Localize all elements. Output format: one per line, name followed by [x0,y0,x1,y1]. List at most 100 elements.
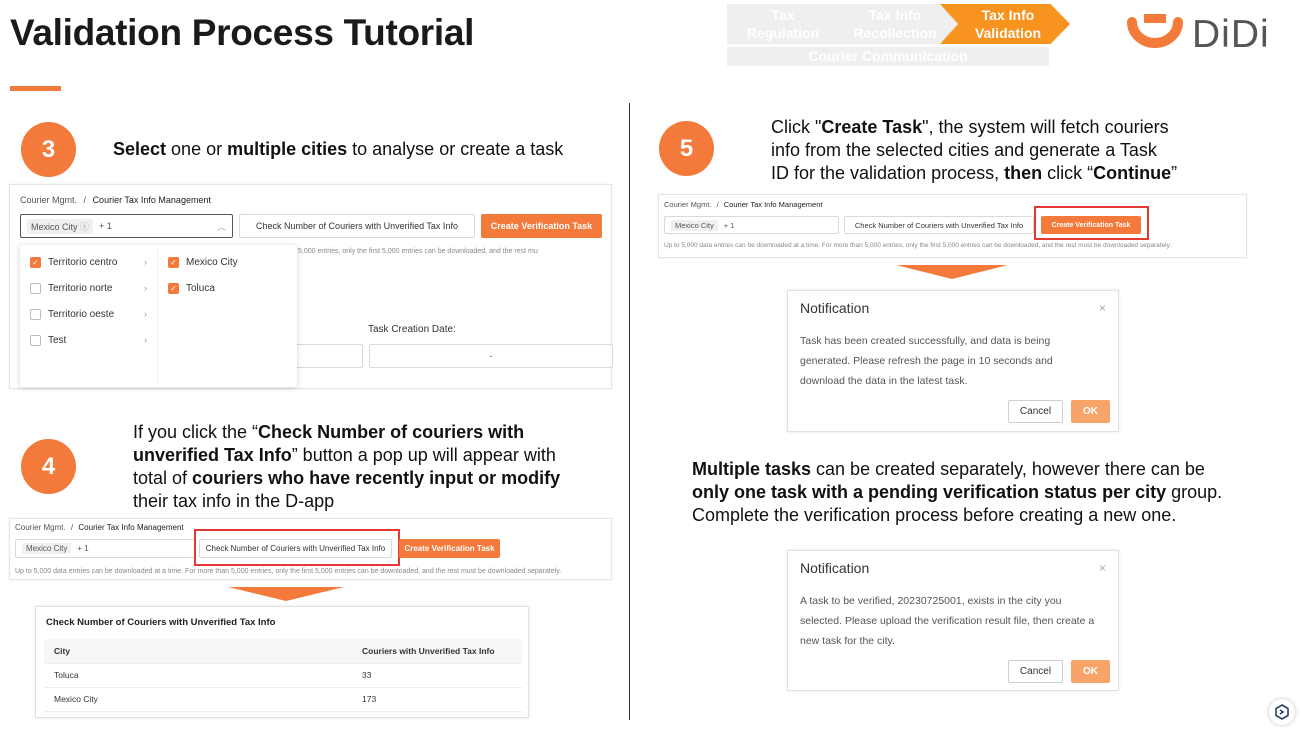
city-option[interactable]: ✓ Toluca [158,275,297,301]
breadcrumb-separator: / [716,200,719,209]
tag-more-count: + 1 [77,544,89,553]
step-5-text: Click "Create Task", the system will fet… [771,116,1177,185]
checkbox[interactable] [30,308,41,320]
chevron-label: Tax Regulation [727,6,839,42]
text-segment: group. [1166,482,1223,502]
text-segment: one or [166,139,228,159]
city-label: Toluca [186,282,215,294]
breadcrumb-page: Courier Tax Info Management [92,195,211,205]
couriers-table: City Couriers with Unverified Tax Info T… [44,639,522,712]
support-icon[interactable] [1269,699,1295,725]
filter-input[interactable] [290,344,363,368]
step-chevron-tax-info-recollection: Tax Info Recollection [820,4,960,44]
step-3-text: Select one or multiple cities to analyse… [113,138,563,161]
text-line: info from the selected cities and genera… [771,139,1177,162]
step-3-panel: Courier Mgmt. / Courier Tax Info Managem… [9,184,613,389]
region-column: ✓ Territorio centro › Territorio norte › Terr… [20,249,158,383]
city-tag: Mexico City ⓧ [27,218,94,234]
chevron-line: Tax Info [868,7,922,23]
logo-text: DiDi [1192,13,1270,56]
didi-logo-icon [1127,14,1183,48]
bold-text: unverified Tax Info [133,445,292,465]
city-label: Mexico City [186,256,238,268]
cell-count: 173 [352,687,522,712]
region-option[interactable]: Territorio oeste › [20,301,157,327]
download-hint: 5,000 entries, only the first 5,000 entr… [298,248,538,255]
breadcrumb-page: Courier Tax Info Management [723,200,823,209]
close-icon[interactable]: × [1099,301,1106,315]
text-line: their tax info in the D-app [133,490,560,513]
chevron-right-icon: › [144,283,147,293]
cell-count: 33 [352,663,522,688]
text-segment: If you click the “ [133,422,259,442]
notification-body: Task has been created successfully, and … [800,331,1110,391]
text-segment: ” [1171,163,1178,183]
breadcrumb: Courier Mgmt. / Courier Tax Info Managem… [664,200,822,209]
arrow-down-icon [896,265,1008,279]
breadcrumb: Courier Mgmt. / Courier Tax Info Managem… [20,195,211,205]
text-segment: ID for the validation process, [771,163,1005,183]
region-option[interactable]: Territorio norte › [20,275,157,301]
region-option[interactable]: ✓ Territorio centro › [20,249,157,275]
check-couriers-button[interactable]: Check Number of Couriers with Unverified… [239,214,475,238]
region-label: Test [48,334,67,346]
bold-text: Continue [1093,163,1172,183]
breadcrumb-root[interactable]: Courier Mgmt. [664,200,712,209]
breadcrumb-page: Courier Tax Info Management [78,523,184,532]
chevron-right-icon: › [144,335,147,345]
city-tag: Mexico City [22,543,72,554]
download-hint: Up to 5,000 data entries can be download… [15,568,562,575]
cell-city: Mexico City [44,687,352,712]
bold-text: Select [113,139,167,159]
highlight-box [1034,206,1149,240]
checkbox[interactable] [30,282,41,294]
body-line: Task has been created successfully, and … [800,335,1051,347]
breadcrumb: Courier Mgmt. / Courier Tax Info Managem… [15,523,184,532]
city-option[interactable]: ✓ Mexico City [158,249,297,275]
ok-button[interactable]: OK [1071,400,1110,423]
city-select[interactable]: Mexico City ⓧ + 1 ︿ [20,214,233,238]
cancel-button[interactable]: Cancel [1008,660,1063,683]
task-creation-date-label: Task Creation Date: [368,324,456,335]
bold-text: Check Number of couriers with [258,422,525,442]
date-placeholder: - [489,351,493,361]
checkbox[interactable]: ✓ [30,256,41,268]
checkbox[interactable]: ✓ [168,256,179,268]
chevron-label: Tax Info Validation [940,6,1070,42]
checkbox[interactable]: ✓ [168,282,179,294]
city-select[interactable]: Mexico City + 1 [664,216,839,234]
text-segment: their tax info in the D-app [133,491,335,511]
breadcrumb-root[interactable]: Courier Mgmt. [15,523,66,532]
breadcrumb-root[interactable]: Courier Mgmt. [20,195,77,205]
table-row: Mexico City 173 [44,687,522,712]
text-segment: info from the selected cities and genera… [771,140,1157,160]
text-segment: click “ [1042,163,1094,183]
text-line: If you click the “Check Number of courie… [133,421,560,444]
chevron-right-icon: › [144,309,147,319]
download-hint: Up to 5,000 data entries can be download… [664,242,1172,249]
create-verification-task-button[interactable]: Create Verification Task [399,539,500,558]
ok-button[interactable]: OK [1071,660,1110,683]
task-creation-date-input[interactable]: - [369,344,613,368]
text-line: Complete the verification process before… [692,504,1222,527]
text-segment: Click " [771,117,822,137]
check-couriers-button[interactable]: Check Number of Couriers with Unverified… [844,216,1034,234]
city-select[interactable]: Mexico City + 1 [15,539,195,558]
text-line: ID for the validation process, then clic… [771,162,1177,185]
text-line: total of couriers who have recently inpu… [133,467,560,490]
step-chevron-tax-info-validation: Tax Info Validation [940,4,1070,44]
region-label: Territorio centro [48,256,118,268]
title-underline [10,86,61,91]
arrow-down-icon [228,587,344,601]
create-verification-task-button[interactable]: Create Verification Task [481,214,602,238]
region-label: Territorio norte [48,282,113,294]
region-option[interactable]: Test › [20,327,157,353]
cancel-button[interactable]: Cancel [1008,400,1063,423]
tag-close-icon[interactable]: ⓧ [80,222,89,232]
close-icon[interactable]: × [1099,561,1106,575]
text-segment: to analyse or create a task [347,139,564,159]
bold-text: couriers who have recently input or modi… [192,468,561,488]
checkbox[interactable] [30,334,41,346]
body-line: generated. Please refresh the page in 10… [800,355,1053,367]
step-5-panel: Courier Mgmt. / Courier Tax Info Managem… [658,194,1247,258]
